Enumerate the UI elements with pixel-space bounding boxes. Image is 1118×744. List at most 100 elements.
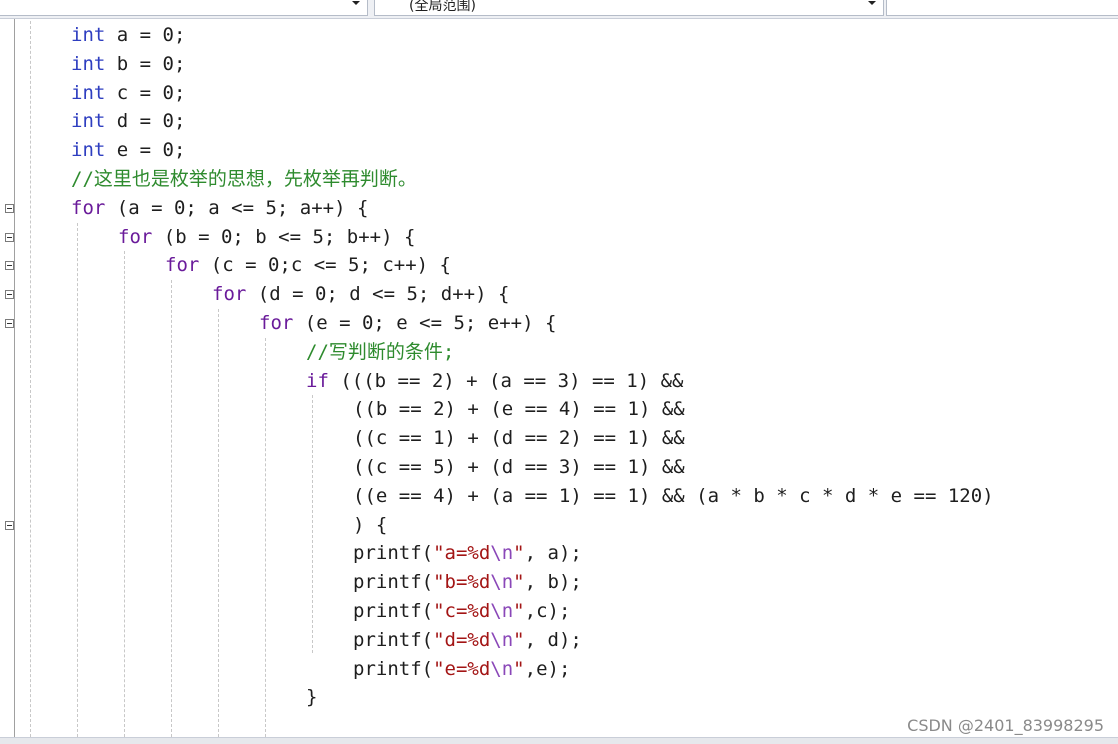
indent-guide xyxy=(312,395,313,653)
code-editor[interactable]: int a = 0; int b = 0; int c = 0; int d = 0;… xyxy=(0,19,1118,737)
code-token: "a=%d xyxy=(433,542,491,565)
code-token: ) { xyxy=(353,513,388,536)
scope-dropdown[interactable]: (全局范围) xyxy=(374,0,884,16)
code-token: ,c); xyxy=(524,600,571,622)
code-token: "e=%d xyxy=(433,657,491,680)
code-token: } xyxy=(306,686,318,709)
fold-toggle-icon[interactable] xyxy=(5,261,14,271)
code-keyword: int xyxy=(71,24,106,46)
code-token: "d=%d xyxy=(433,628,491,651)
code-line[interactable]: ((c == 1) + (d == 2) == 1) && xyxy=(353,424,685,453)
code-token: ((c == 5) + (d == 3) == 1) && xyxy=(353,456,685,478)
watermark: CSDN @2401_83998295 xyxy=(907,716,1104,735)
code-token: " xyxy=(513,657,525,680)
code-token: , a); xyxy=(524,542,582,565)
code-comment: //写判断的条件; xyxy=(306,340,455,363)
code-token: (b = 0; b <= 5; b++) { xyxy=(152,225,416,248)
indent-guide xyxy=(124,251,125,737)
code-token: ((e == 4) + (a == 1) == 1) && (a * b * c… xyxy=(353,484,994,507)
code-token: printf( xyxy=(353,600,434,622)
code-token: , b); xyxy=(524,571,582,594)
code-line[interactable]: printf("b=%d\n", b); xyxy=(353,568,582,597)
code-keyword: int xyxy=(71,52,106,75)
gutter-outline-line xyxy=(14,19,15,737)
scope-dropdown-value: (全局范围) xyxy=(409,0,476,14)
code-line[interactable]: for (d = 0; d <= 5; d++) { xyxy=(212,280,509,309)
fold-toggle-icon[interactable] xyxy=(5,203,14,213)
project-dropdown[interactable] xyxy=(0,0,368,16)
code-line[interactable]: printf("c=%d\n",c); xyxy=(353,597,570,626)
code-token: c = 0; xyxy=(105,81,186,104)
code-line[interactable]: for (a = 0; a <= 5; a++) { xyxy=(71,194,368,223)
code-line[interactable]: int a = 0; xyxy=(71,21,185,50)
code-token: (((b == 2) + (a == 3) == 1) && xyxy=(328,369,684,392)
chevron-down-icon xyxy=(352,1,360,5)
code-line[interactable]: int c = 0; xyxy=(71,79,185,108)
code-line[interactable]: if (((b == 2) + (a == 3) == 1) && xyxy=(306,367,684,396)
code-line[interactable]: //写判断的条件; xyxy=(306,338,454,367)
code-token: " xyxy=(513,600,525,622)
code-token: printf( xyxy=(353,571,434,594)
indent-guide xyxy=(30,21,31,737)
code-token: " xyxy=(513,542,525,565)
code-line[interactable]: printf("e=%d\n",e); xyxy=(353,655,570,684)
code-token: d = 0; xyxy=(105,110,186,133)
code-line[interactable]: ) { xyxy=(353,511,387,540)
indent-guide xyxy=(77,222,78,737)
code-token: ((c == 1) + (d == 2) == 1) && xyxy=(353,427,685,450)
code-token: b = 0; xyxy=(105,52,186,75)
code-token: printf( xyxy=(353,542,434,565)
fold-toggle-icon[interactable] xyxy=(5,520,14,530)
code-token: \n xyxy=(490,657,514,680)
code-keyword: for xyxy=(71,196,106,219)
code-line[interactable]: for (b = 0; b <= 5; b++) { xyxy=(118,223,415,252)
fold-toggle-icon[interactable] xyxy=(5,232,14,242)
code-token: "c=%d xyxy=(433,600,491,622)
code-keyword: for xyxy=(259,312,294,334)
code-line[interactable]: int d = 0; xyxy=(71,107,185,136)
fold-toggle-icon[interactable] xyxy=(5,319,14,328)
code-line[interactable]: for (e = 0; e <= 5; e++) { xyxy=(259,309,556,338)
code-line[interactable]: int e = 0; xyxy=(71,136,185,165)
code-line[interactable]: printf("d=%d\n", d); xyxy=(353,626,582,655)
code-token: e = 0; xyxy=(105,139,186,162)
code-keyword: int xyxy=(71,110,106,133)
code-token: \n xyxy=(490,600,514,622)
code-token: , d); xyxy=(524,628,582,651)
code-token: \n xyxy=(490,628,514,651)
code-token: a = 0; xyxy=(105,24,186,46)
code-line[interactable]: } xyxy=(306,683,317,712)
code-keyword: for xyxy=(118,225,153,248)
code-token: printf( xyxy=(353,657,434,680)
code-token: ((b == 2) + (e == 4) == 1) && xyxy=(353,398,685,421)
code-token: (c = 0;c <= 5; c++) { xyxy=(199,254,451,277)
code-line[interactable]: int b = 0; xyxy=(71,50,185,79)
code-comment: //这里也是枚举的思想，先枚举再判断。 xyxy=(71,168,417,190)
code-token: " xyxy=(513,628,525,651)
code-token: (e = 0; e <= 5; e++) { xyxy=(293,312,557,334)
code-line[interactable]: //这里也是枚举的思想，先枚举再判断。 xyxy=(71,165,417,194)
indent-guide xyxy=(265,337,266,737)
code-keyword: for xyxy=(212,283,247,306)
indent-guide xyxy=(171,280,172,737)
code-keyword: int xyxy=(71,139,106,162)
code-token: "b=%d xyxy=(433,571,491,594)
code-keyword: for xyxy=(165,254,200,277)
chevron-down-icon xyxy=(868,1,876,5)
code-token: \n xyxy=(490,542,514,565)
code-token: \n xyxy=(490,571,514,594)
fold-toggle-icon[interactable] xyxy=(5,290,14,300)
code-token: " xyxy=(513,571,525,594)
code-line[interactable]: ((b == 2) + (e == 4) == 1) && xyxy=(353,395,685,424)
code-keyword: int xyxy=(71,81,106,104)
member-dropdown[interactable] xyxy=(886,0,1118,16)
code-token: (d = 0; d <= 5; d++) { xyxy=(246,283,510,306)
code-token: ,e); xyxy=(524,657,571,680)
code-line[interactable]: printf("a=%d\n", a); xyxy=(353,539,582,568)
code-token: printf( xyxy=(353,628,434,651)
code-line[interactable]: ((c == 5) + (d == 3) == 1) && xyxy=(353,453,685,482)
code-line[interactable]: ((e == 4) + (a == 1) == 1) && (a * b * c… xyxy=(353,482,994,511)
navigation-bar: (全局范围) xyxy=(0,0,1118,19)
code-line[interactable]: for (c = 0;c <= 5; c++) { xyxy=(165,251,451,280)
code-keyword: if xyxy=(306,369,329,392)
